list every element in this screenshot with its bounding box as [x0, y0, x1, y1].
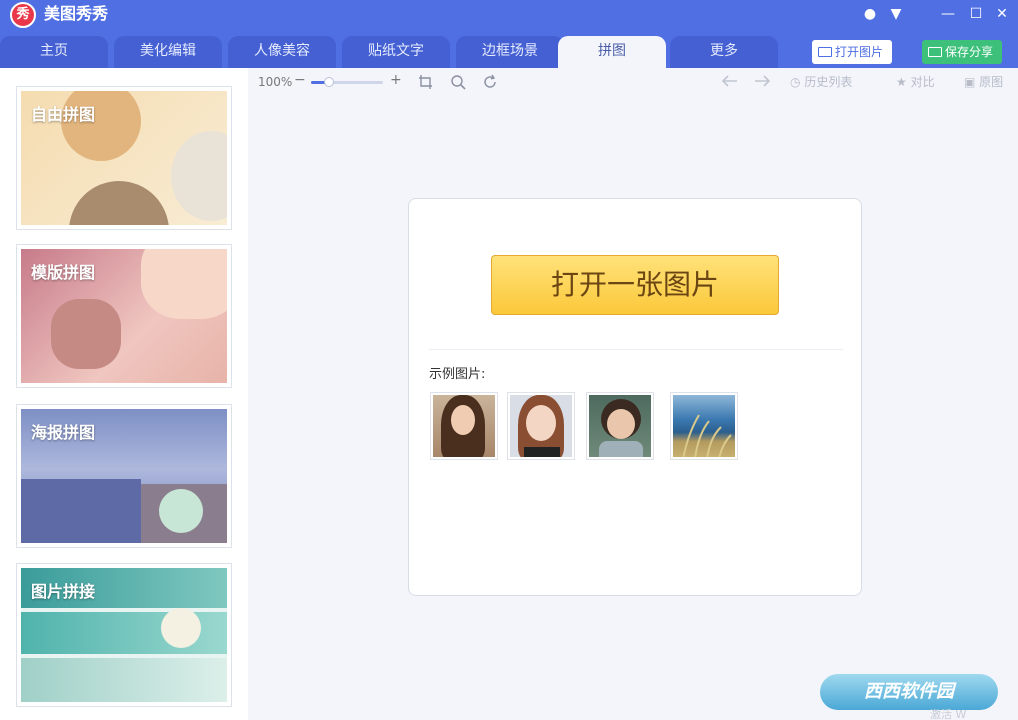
close-button[interactable]: ✕ [992, 5, 1012, 23]
free-collage-card[interactable]: 自由拼图 [16, 86, 232, 230]
export-icon [928, 47, 942, 57]
sample-image-1[interactable] [430, 392, 498, 460]
sample-image-2[interactable] [507, 392, 575, 460]
undo-arrow-icon[interactable] [720, 74, 738, 92]
title-bar: 秀 美图秀秀 ● ▼ — ☐ ✕ [0, 0, 1018, 30]
poster-collage-label: 海报拼图 [31, 423, 96, 442]
rotate-icon[interactable] [482, 74, 498, 94]
template-collage-label: 模版拼图 [31, 263, 96, 282]
zoom-level: 100% [258, 75, 293, 89]
tab-bar: 主页 美化编辑 人像美容 贴纸文字 边框场景 拼图 更多 打开图片 保存分享 [0, 30, 1018, 68]
free-collage-label: 自由拼图 [31, 105, 96, 124]
template-collage-card[interactable]: 模版拼图 [16, 244, 232, 388]
zoom-slider-handle[interactable] [324, 77, 334, 87]
tab-portrait[interactable]: 人像美容 [228, 36, 336, 68]
open-one-image-button[interactable]: 打开一张图片 [491, 255, 779, 315]
tab-sticker-text[interactable]: 贴纸文字 [342, 36, 450, 68]
chat-icon[interactable]: ● [860, 5, 880, 23]
sample-image-4[interactable] [670, 392, 738, 460]
poster-collage-card[interactable]: 海报拼图 [16, 404, 232, 548]
app-logo-icon: 秀 [10, 2, 36, 28]
watermark-logo: 西西软件园 [820, 674, 998, 710]
tab-home[interactable]: 主页 [0, 36, 108, 68]
tab-frame-scene[interactable]: 边框场景 [456, 36, 564, 68]
zoom-in-button[interactable]: + [390, 72, 402, 88]
tab-beautify-edit[interactable]: 美化编辑 [114, 36, 222, 68]
open-image-label: 打开图片 [835, 45, 884, 59]
image-stitch-card[interactable]: 图片拼接 [16, 563, 232, 707]
compare-button[interactable]: ★ 对比 [896, 74, 935, 90]
crop-fit-icon[interactable] [418, 74, 434, 94]
tab-more[interactable]: 更多 [670, 36, 778, 68]
history-list-button[interactable]: ◷ 历史列表 [790, 74, 852, 90]
menu-dropdown-icon[interactable]: ▼ [886, 5, 906, 23]
zoom-out-button[interactable]: − [294, 72, 306, 88]
divider [429, 349, 843, 350]
clock-icon: ◷ [790, 75, 801, 89]
minimize-button[interactable]: — [938, 5, 958, 23]
sidebar: 自由拼图 模版拼图 海报拼图 图片拼接 [0, 68, 248, 720]
sample-image-3[interactable] [586, 392, 654, 460]
star-icon: ★ [896, 75, 907, 89]
app-title: 美图秀秀 [44, 4, 109, 23]
zoom-search-icon[interactable] [450, 74, 466, 94]
original-image-label: 原图 [979, 75, 1004, 89]
image-icon [818, 47, 832, 57]
image-stitch-label: 图片拼接 [31, 582, 96, 601]
compare-label: 对比 [910, 75, 935, 89]
redo-arrow-icon[interactable] [754, 74, 772, 92]
canvas-toolbar: 100% − + ◷ 历史列表 ★ 对比 ▣ 原图 [248, 68, 1018, 96]
watermark-subtext: 激活 W [930, 708, 967, 720]
zoom-slider[interactable] [311, 77, 383, 87]
save-share-label: 保存分享 [945, 45, 994, 59]
history-list-label: 历史列表 [804, 75, 853, 89]
maximize-button[interactable]: ☐ [966, 5, 986, 23]
picture-icon: ▣ [964, 75, 976, 89]
save-share-button[interactable]: 保存分享 [922, 40, 1002, 64]
original-image-button[interactable]: ▣ 原图 [964, 74, 1003, 90]
open-image-button[interactable]: 打开图片 [812, 40, 892, 64]
open-image-panel: 打开一张图片 示例图片: [408, 198, 862, 596]
tab-collage[interactable]: 拼图 [558, 36, 666, 68]
sample-images-label: 示例图片: [429, 367, 486, 382]
